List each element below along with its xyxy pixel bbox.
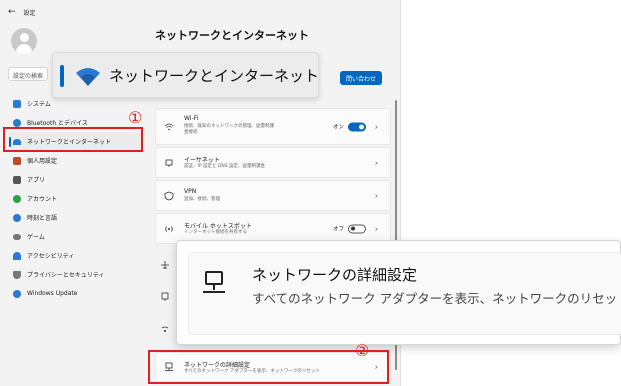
wifi-toggle-wrap: オン	[333, 122, 366, 131]
gamepad-icon	[13, 233, 21, 240]
sidebar-item-label: Windows Update	[27, 290, 78, 297]
ethernet-subtitle: 認証、IP 設定と DNS 設定、従量制課金	[184, 164, 266, 169]
chevron-right-icon: ›	[374, 122, 378, 131]
search-input[interactable]: 設定の検索	[8, 67, 48, 81]
step-number-2: ②	[355, 341, 370, 360]
sidebar-item-label: アカウント	[27, 196, 58, 203]
bluetooth-icon	[13, 118, 21, 127]
hotspot-toggle[interactable]	[348, 224, 366, 233]
hotspot-toggle-label: オフ	[332, 226, 344, 233]
sidebar-item-label: ゲーム	[27, 234, 45, 241]
accessibility-icon	[13, 251, 21, 260]
person-icon	[13, 194, 21, 203]
sidebar-item-windows-update[interactable]: Windows Update	[8, 284, 143, 303]
hotspot-toggle-wrap: オフ	[333, 224, 366, 233]
brush-icon	[13, 156, 21, 165]
zoom-callout-advanced-network: ネットワークの詳細設定 すべてのネットワーク アダプターを表示、ネットワークのリ…	[176, 240, 621, 345]
shield-icon	[13, 270, 21, 279]
selection-indicator	[60, 65, 64, 87]
sidebar-item-accounts[interactable]: アカウント	[8, 189, 143, 208]
chevron-right-icon: ›	[374, 158, 378, 167]
sidebar-item-gaming[interactable]: ゲーム	[8, 227, 143, 246]
vpn-subtitle: 追加、接続、管理	[184, 197, 220, 202]
sidebar-item-label: 時刻と言語	[27, 215, 58, 222]
wifi-toggle[interactable]	[348, 122, 366, 131]
sidebar-item-accessibility[interactable]: アクセシビリティ	[8, 246, 143, 265]
chevron-right-icon: ›	[374, 191, 378, 200]
hotspot-icon	[165, 225, 173, 232]
sidebar-item-label: システム	[27, 101, 51, 108]
step-number-1: ①	[128, 108, 143, 127]
sidebar-item-time-language[interactable]: 時刻と言語	[8, 208, 143, 227]
wifi-card[interactable]: Wi-Fi 接続、既知のネットワークの管理、従量制課 金接続 オン ›	[155, 108, 391, 145]
wifi-subtitle-2: 金接続	[184, 130, 198, 135]
apps-icon	[13, 175, 21, 184]
page-title: ネットワークとインターネット	[155, 29, 309, 42]
ethernet-icon	[165, 159, 173, 167]
globe-icon	[13, 213, 21, 222]
wifi-toggle-label: オン	[332, 124, 344, 131]
proxy-icon	[161, 292, 169, 301]
vpn-title: VPN	[184, 188, 197, 195]
sidebar-item-privacy[interactable]: プライバシーとセキュリティ	[8, 265, 143, 284]
zoom-network-label: ネットワークとインターネット	[109, 67, 320, 85]
sidebar-item-label: アクセシビリティ	[27, 253, 75, 260]
vpn-card[interactable]: VPN 追加、接続、管理 ›	[155, 180, 391, 211]
airplane-icon	[161, 261, 169, 269]
wifi-icon	[164, 123, 174, 130]
wifi-icon	[76, 68, 100, 86]
red-highlight-box-2	[148, 350, 389, 384]
sidebar-item-personalization[interactable]: 個人用設定	[8, 151, 143, 170]
contact-button[interactable]: 問い合わせ	[340, 71, 382, 85]
sidebar-item-label: Bluetooth とデバイス	[27, 120, 88, 127]
back-arrow-icon[interactable]: ←	[8, 7, 16, 17]
sidebar-item-label: プライバシーとセキュリティ	[27, 272, 105, 279]
wifi-title: Wi-Fi	[184, 115, 199, 122]
update-icon	[13, 289, 21, 298]
sidebar-nav: システム Bluetooth とデバイス ネットワークとインターネット 個人用設…	[8, 94, 143, 303]
system-icon	[13, 99, 21, 108]
window-title: 設定	[23, 9, 36, 17]
ethernet-title: イーサネット	[184, 157, 220, 164]
ethernet-card[interactable]: イーサネット 認証、IP 設定と DNS 設定、従量制課金 ›	[155, 147, 391, 178]
sidebar-item-apps[interactable]: アプリ	[8, 170, 143, 189]
network-monitor-icon	[203, 271, 225, 293]
zoom-callout-network-header: ネットワークとインターネット	[52, 52, 319, 98]
zoom-advanced-title: ネットワークの詳細設定	[252, 266, 418, 284]
dialup-icon	[161, 326, 169, 332]
vpn-shield-icon	[164, 191, 174, 200]
sidebar-item-label: 個人用設定	[27, 158, 58, 165]
avatar[interactable]	[11, 28, 37, 54]
red-highlight-box-1	[3, 127, 143, 152]
sidebar-item-label: アプリ	[27, 177, 46, 184]
zoom-advanced-subtitle: すべてのネットワーク アダプターを表示、ネットワークのリセット	[252, 291, 621, 306]
mobile-hotspot-subtitle: インターネット接続を共有する	[184, 230, 247, 235]
mobile-hotspot-title: モバイル ホットスポット	[184, 223, 252, 230]
chevron-right-icon: ›	[374, 224, 378, 233]
titlebar: ← 設定	[8, 6, 36, 18]
